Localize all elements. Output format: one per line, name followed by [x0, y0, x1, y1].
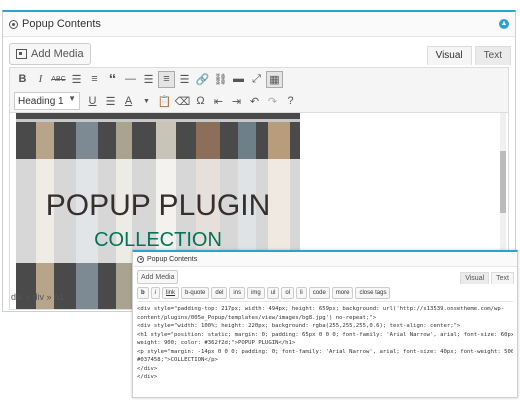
blockquote-icon[interactable]: “ — [104, 71, 121, 88]
popup-icon — [137, 255, 144, 263]
toolbar-toggle-icon[interactable]: ▦ — [266, 70, 283, 88]
editor-toolbar: B I ABC ☰ ≡ “ — ☰ ≡ ☰ 🔗 ⛓ ▬ ⤢ ▦ Heading … — [9, 67, 509, 113]
justify-icon[interactable]: ☰ — [102, 93, 119, 110]
help-icon[interactable]: ? — [282, 93, 299, 110]
media-icon — [16, 49, 27, 59]
undo-icon[interactable]: ↶ — [246, 93, 263, 110]
element-path: div » div » h1 — [11, 292, 65, 302]
text-color-icon[interactable]: A — [120, 93, 137, 110]
qt-ul-button[interactable]: ul — [266, 286, 280, 299]
qt-ins-button[interactable]: ins — [229, 286, 246, 299]
italic-icon[interactable]: I — [32, 71, 49, 88]
overlay-add-media-button[interactable]: Add Media — [137, 270, 179, 284]
code-line: weight: 900; color: #362f2d;">POPUP PLUG… — [137, 340, 296, 346]
format-select-value: Heading 1 — [18, 95, 64, 107]
popup-heading: POPUP PLUGIN — [45, 189, 271, 222]
code-line: </div> — [137, 365, 158, 372]
qt-blockquote-button[interactable]: b-quote — [181, 286, 210, 299]
qt-bold-button[interactable]: b — [137, 286, 149, 299]
chevron-down-icon[interactable]: ▼ — [138, 93, 155, 110]
qt-more-button[interactable]: more — [331, 286, 354, 299]
overlay-panel-header[interactable]: Popup Contents — [133, 252, 517, 267]
collapse-toggle-icon[interactable]: ▲ — [499, 19, 509, 29]
qt-ol-button[interactable]: ol — [281, 286, 295, 299]
indent-icon[interactable]: ⇥ — [228, 93, 245, 110]
overlay-add-media-label: Add Media — [141, 273, 175, 281]
paste-text-icon[interactable]: 📋 — [156, 93, 173, 110]
overlay-tab-text[interactable]: Text — [491, 272, 514, 284]
add-media-button[interactable]: Add Media — [9, 43, 91, 65]
align-right-icon[interactable]: ☰ — [176, 71, 193, 88]
underline-icon[interactable]: U — [84, 93, 101, 110]
tab-text[interactable]: Text — [474, 46, 511, 65]
fullscreen-icon[interactable]: ⤢ — [248, 71, 265, 88]
code-line: </div> — [137, 374, 158, 380]
align-left-icon[interactable]: ☰ — [140, 71, 157, 88]
align-center-icon[interactable]: ≡ — [158, 70, 175, 88]
format-select[interactable]: Heading 1 ▼ — [14, 92, 80, 110]
text-mode-panel: Popup Contents Add Media Visual Text b i… — [132, 250, 518, 398]
clothes-rail — [16, 119, 300, 122]
qt-del-button[interactable]: del — [211, 286, 228, 299]
qt-link-button[interactable]: link — [162, 286, 180, 299]
qt-code-button[interactable]: code — [308, 286, 330, 299]
add-media-label: Add Media — [31, 48, 84, 60]
popup-icon — [9, 19, 18, 29]
chevron-down-icon: ▼ — [68, 94, 76, 103]
qt-img-button[interactable]: img — [247, 286, 265, 299]
read-more-icon[interactable]: ▬ — [230, 71, 247, 88]
code-line: <p style="margin: -14px 0 0 0; padding: … — [137, 348, 513, 355]
horizontal-line-icon[interactable]: — — [122, 71, 139, 88]
bold-icon[interactable]: B — [14, 71, 31, 88]
overlay-panel-title: Popup Contents — [147, 255, 198, 263]
panel-title: Popup Contents — [22, 18, 101, 30]
strikethrough-icon[interactable]: ABC — [50, 71, 67, 88]
qt-close-tags-button[interactable]: close tags — [355, 286, 391, 299]
clear-formatting-icon[interactable]: ⌫ — [174, 93, 191, 110]
popup-subheading: COLLECTION — [94, 229, 222, 251]
panel-header[interactable]: Popup Contents ▲ — [3, 12, 515, 37]
tab-visual[interactable]: Visual — [426, 46, 472, 65]
unlink-icon[interactable]: ⛓ — [212, 71, 229, 88]
overlay-tab-visual[interactable]: Visual — [460, 272, 490, 284]
bullet-list-icon[interactable]: ☰ — [68, 71, 85, 88]
quicktags-toolbar: b i link b-quote del ins img ul ol li co… — [137, 286, 513, 302]
code-line: <div style="width: 100%; height: 220px; … — [137, 323, 461, 329]
scrollbar-thumb[interactable] — [500, 151, 506, 213]
redo-icon[interactable]: ↷ — [264, 93, 281, 110]
code-line: <h1 style="position: static; margin: 0; … — [137, 331, 513, 338]
qt-li-button[interactable]: li — [296, 286, 307, 299]
code-line: <div style="padding-top: 217px; width: 4… — [137, 306, 505, 312]
code-line: #037458;">COLLECTION</p> — [137, 357, 218, 363]
special-character-icon[interactable]: Ω — [192, 93, 209, 110]
outdent-icon[interactable]: ⇤ — [210, 93, 227, 110]
code-line: content/plugins/005e_Popup/templates/vie… — [137, 314, 377, 321]
html-source-textarea[interactable]: <div style="padding-top: 217px; width: 4… — [137, 305, 513, 382]
numbered-list-icon[interactable]: ≡ — [86, 71, 103, 88]
qt-italic-button[interactable]: i — [150, 286, 161, 299]
insert-link-icon[interactable]: 🔗 — [194, 71, 211, 88]
